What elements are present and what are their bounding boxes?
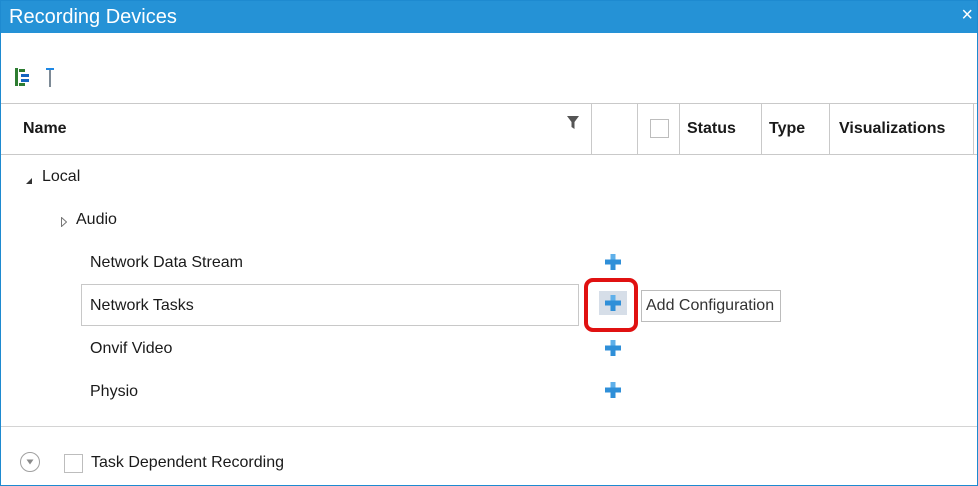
annotation-highlight-box: [584, 278, 638, 332]
task-dependent-recording-label: Task Dependent Recording: [91, 454, 285, 471]
footer-divider: [1, 426, 977, 427]
column-divider: [637, 104, 638, 154]
select-all-checkbox[interactable]: [650, 119, 669, 138]
tree-row-network-tasks[interactable]: Network Tasks: [1, 284, 977, 327]
column-divider: [973, 104, 974, 154]
tree-row-label: Network Tasks: [90, 297, 194, 314]
tree-row-network-data-stream[interactable]: Network Data Stream: [1, 241, 977, 284]
expanded-arrow-icon[interactable]: [25, 172, 33, 190]
title-bar: Recording Devices ×: [1, 1, 977, 33]
column-header-name[interactable]: Name: [23, 104, 67, 154]
collapsed-arrow-icon[interactable]: [61, 214, 68, 232]
add-configuration-icon[interactable]: [605, 340, 621, 356]
toolbar: [1, 33, 977, 103]
column-divider: [761, 104, 762, 154]
task-dependent-recording-checkbox[interactable]: [64, 454, 83, 473]
column-divider: [679, 104, 680, 154]
tree-row-onvif-video[interactable]: Onvif Video: [1, 327, 977, 370]
filter-icon[interactable]: [567, 116, 579, 135]
add-configuration-icon[interactable]: [605, 382, 621, 398]
tree-row-local[interactable]: Local: [1, 155, 977, 198]
tree-row-label: Local: [42, 168, 81, 185]
add-configuration-icon[interactable]: [605, 254, 621, 270]
pin-icon[interactable]: [42, 67, 62, 87]
column-header-visualizations[interactable]: Visualizations: [839, 104, 945, 154]
tree-view-icon[interactable]: [14, 67, 34, 87]
close-button[interactable]: ×: [961, 4, 973, 26]
column-divider: [591, 104, 592, 154]
tree-row-label: Physio: [90, 383, 139, 400]
grid-header: Name Status Type Visualizations: [1, 103, 977, 155]
tree-row-physio[interactable]: Physio: [1, 370, 977, 413]
column-header-status[interactable]: Status: [687, 104, 736, 154]
tree-row-label: Onvif Video: [90, 340, 173, 357]
tree-row-label: Network Data Stream: [90, 254, 243, 271]
recording-devices-window: Recording Devices × Name Status Type Vis…: [0, 0, 978, 486]
expand-options-icon[interactable]: [20, 452, 40, 472]
column-divider: [829, 104, 830, 154]
window-title: Recording Devices: [9, 6, 177, 28]
tree-row-label: Audio: [76, 211, 117, 228]
add-configuration-tooltip: Add Configuration: [641, 290, 782, 322]
column-header-type[interactable]: Type: [769, 104, 805, 154]
tree-row-audio[interactable]: Audio: [1, 198, 977, 241]
